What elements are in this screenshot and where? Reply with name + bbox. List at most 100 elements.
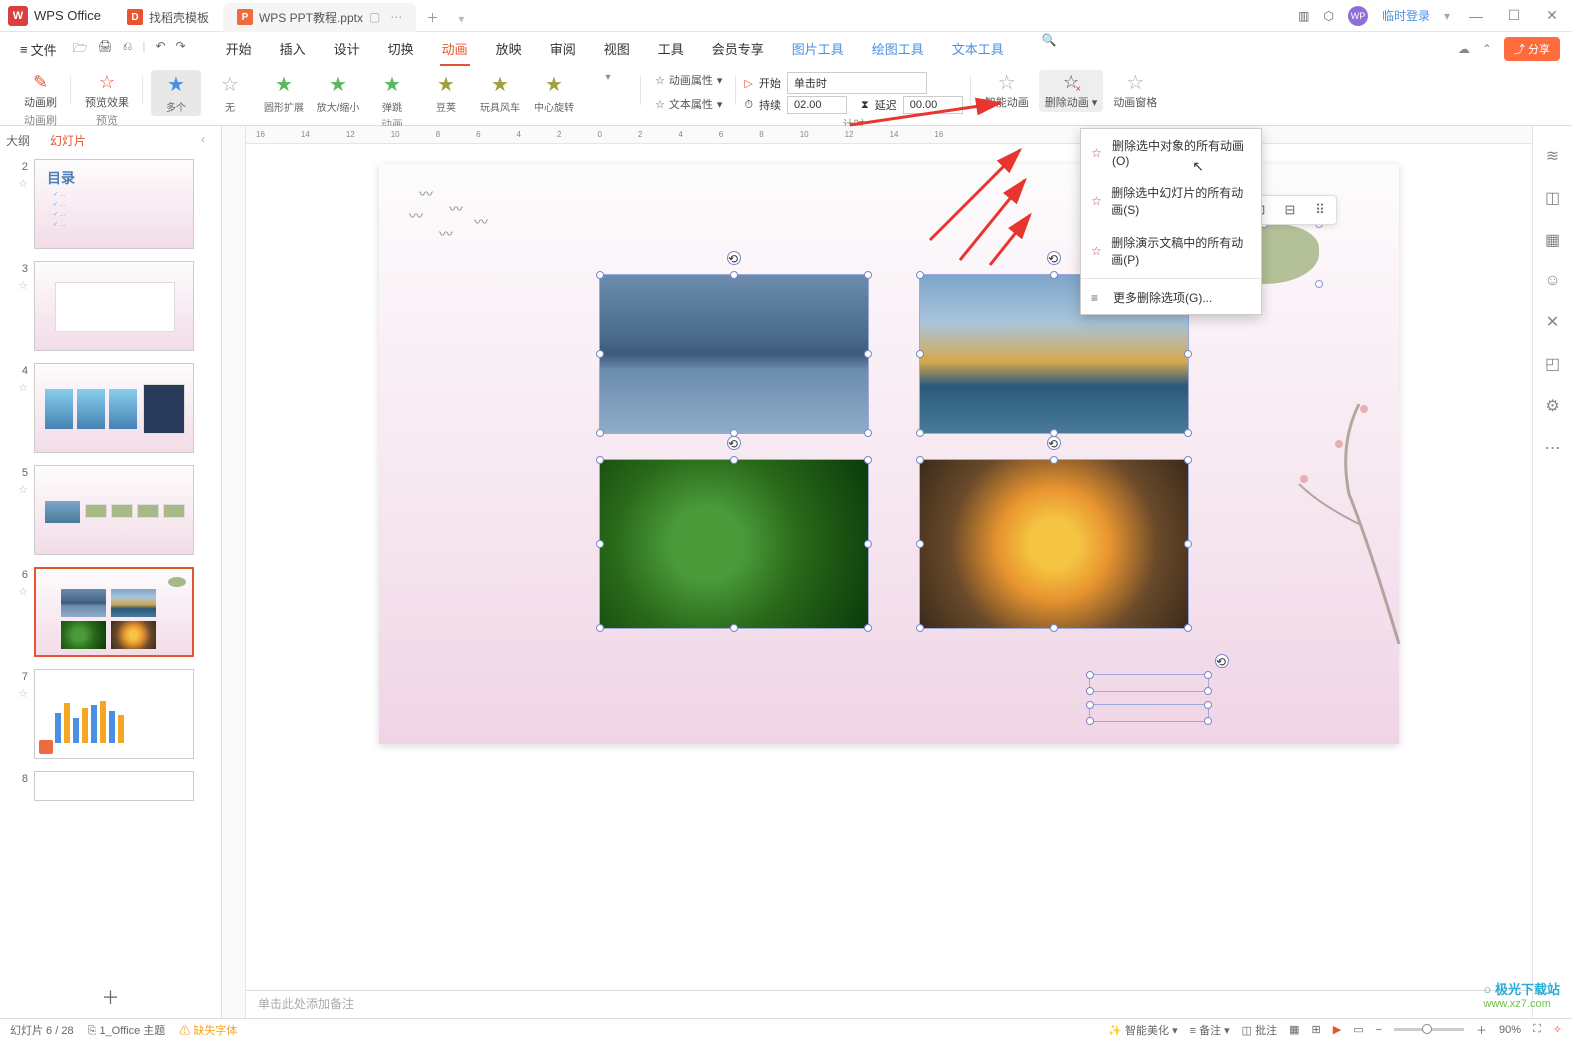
rotate-handle[interactable]: ⟲ bbox=[1215, 654, 1229, 668]
menu-draw-tools[interactable]: 绘图工具 bbox=[870, 33, 926, 66]
share-button[interactable]: ⤴ 分享 bbox=[1504, 37, 1560, 61]
dd-del-presentation[interactable]: ☆删除演示文稿中的所有动画(P) bbox=[1081, 226, 1261, 276]
tab-outline[interactable]: 大纲 bbox=[6, 132, 30, 149]
menu-vip[interactable]: 会员专享 bbox=[710, 33, 766, 66]
tab-slides[interactable]: 幻灯片 bbox=[50, 132, 86, 149]
rotate-handle[interactable]: ⟲ bbox=[727, 251, 741, 265]
menu-tools[interactable]: 工具 bbox=[656, 33, 686, 66]
expand-icon[interactable]: ✧ bbox=[1553, 1023, 1562, 1036]
beautify-button[interactable]: ✨ 智能美化 ▾ bbox=[1108, 1022, 1177, 1038]
close-icon[interactable]: ⋯ bbox=[390, 10, 402, 24]
slide-thumb-7[interactable] bbox=[34, 669, 194, 759]
slide-thumb-2[interactable]: 目录 ✓ …✓ …✓ …✓ … bbox=[34, 159, 194, 249]
rail-icon[interactable]: ◫ bbox=[1545, 188, 1560, 208]
anim-effect-豆荚[interactable]: ★豆荚 bbox=[421, 70, 471, 116]
ft-btn[interactable]: ⊟ bbox=[1277, 199, 1303, 221]
rotate-handle[interactable]: ⟲ bbox=[727, 436, 741, 450]
image-mountain[interactable]: ⟲ bbox=[599, 274, 869, 434]
textbox-sel[interactable] bbox=[1089, 674, 1209, 692]
menu-insert[interactable]: 插入 bbox=[278, 33, 308, 66]
search-icon[interactable]: 🔍 bbox=[1042, 33, 1057, 66]
slide-area[interactable]: 〰 〰 〰 〰 〰 2023-9-7 ⟲ bbox=[246, 144, 1532, 990]
rotate-handle[interactable]: ⟲ bbox=[1047, 436, 1061, 450]
chevron-down-icon[interactable]: ▾ bbox=[1444, 9, 1450, 23]
collapse-icon[interactable]: ‹ bbox=[201, 132, 205, 149]
image-leaves[interactable]: ⟲ bbox=[599, 459, 869, 629]
collapse-ribbon-icon[interactable]: ⌃ bbox=[1482, 42, 1492, 56]
anim-brush-button[interactable]: ✎动画刷 bbox=[18, 70, 63, 112]
cloud-icon[interactable]: ☁ bbox=[1458, 42, 1470, 56]
menu-animation[interactable]: 动画 bbox=[440, 33, 470, 66]
notes-toggle[interactable]: ≡ 备注 ▾ bbox=[1190, 1022, 1230, 1038]
theme-indicator[interactable]: ⎘ 1_Office 主题 bbox=[88, 1022, 166, 1038]
close-button[interactable]: ✕ bbox=[1540, 7, 1564, 24]
anim-effect-圆形扩展[interactable]: ★圆形扩展 bbox=[259, 70, 309, 116]
anim-effect-放大/缩小[interactable]: ★放大/缩小 bbox=[313, 70, 363, 116]
ft-btn[interactable]: ⠿ bbox=[1307, 199, 1333, 221]
menu-view[interactable]: 视图 bbox=[602, 33, 632, 66]
view-reading-icon[interactable]: ▶ bbox=[1333, 1023, 1341, 1036]
slide-thumb-6[interactable] bbox=[34, 567, 194, 657]
fit-icon[interactable]: ⛶ bbox=[1533, 1023, 1541, 1036]
rail-icon[interactable]: ⋯ bbox=[1545, 438, 1561, 458]
preview-button[interactable]: ☆预览效果 bbox=[79, 70, 135, 112]
anim-effect-无[interactable]: ☆无 bbox=[205, 70, 255, 116]
slide-thumb-4[interactable] bbox=[34, 363, 194, 453]
rail-icon[interactable]: ◰ bbox=[1545, 354, 1560, 374]
zoom-in-button[interactable]: ＋ bbox=[1476, 1022, 1487, 1038]
zoom-thumb[interactable] bbox=[1422, 1024, 1432, 1034]
zoom-out-button[interactable]: − bbox=[1376, 1024, 1382, 1036]
slide-thumb-3[interactable] bbox=[34, 261, 194, 351]
dd-more-options[interactable]: ≡更多删除选项(G)... bbox=[1081, 281, 1261, 314]
comments-toggle[interactable]: ◫ 批注 bbox=[1242, 1022, 1277, 1038]
open-icon[interactable]: 🗁 bbox=[73, 39, 88, 60]
rail-icon[interactable]: ≋ bbox=[1546, 146, 1559, 166]
rail-icon[interactable]: ☺ bbox=[1544, 272, 1560, 290]
start-select[interactable]: 单击时 bbox=[787, 72, 927, 94]
menu-pic-tools[interactable]: 图片工具 bbox=[790, 33, 846, 66]
image-maple[interactable]: ⟲ bbox=[919, 459, 1189, 629]
effects-more[interactable]: ▾ bbox=[583, 70, 633, 116]
menu-text-tools[interactable]: 文本工具 bbox=[950, 33, 1006, 66]
menu-slideshow[interactable]: 放映 bbox=[494, 33, 524, 66]
undo-icon[interactable]: ⎌ bbox=[123, 39, 133, 60]
notes-area[interactable]: 单击此处添加备注 bbox=[246, 990, 1532, 1018]
minimize-button[interactable]: — bbox=[1464, 8, 1488, 24]
textbox-sel[interactable] bbox=[1089, 704, 1209, 722]
anim-effect-玩具风车[interactable]: ★玩具风车 bbox=[475, 70, 525, 116]
menu-review[interactable]: 审阅 bbox=[548, 33, 578, 66]
maximize-button[interactable]: ☐ bbox=[1502, 7, 1526, 24]
new-tab-button[interactable]: ＋ bbox=[416, 3, 448, 32]
thumbnail-list[interactable]: 2☆ 目录 ✓ …✓ …✓ …✓ … 3☆ 4☆ bbox=[0, 155, 221, 976]
view-slideshow-icon[interactable]: ▭ bbox=[1353, 1023, 1363, 1036]
menu-start[interactable]: 开始 bbox=[224, 33, 254, 66]
avatar[interactable]: WP bbox=[1348, 6, 1368, 26]
cube-icon[interactable]: ⬡ bbox=[1323, 9, 1333, 23]
zoom-value[interactable]: 90% bbox=[1499, 1024, 1521, 1036]
menu-design[interactable]: 设计 bbox=[332, 33, 362, 66]
zoom-slider[interactable] bbox=[1394, 1028, 1464, 1031]
view-sorter-icon[interactable]: ⊞ bbox=[1312, 1023, 1321, 1036]
tab-templates[interactable]: D 找稻壳模板 bbox=[113, 3, 223, 32]
view-normal-icon[interactable]: ▦ bbox=[1289, 1023, 1299, 1036]
dd-del-object[interactable]: ☆删除选中对象的所有动画(O) bbox=[1081, 129, 1261, 176]
redo-icon[interactable]: ↷ bbox=[176, 39, 186, 60]
duration-input[interactable]: 02.00 bbox=[787, 96, 847, 114]
slide-thumb-5[interactable] bbox=[34, 465, 194, 555]
rail-icon[interactable]: ✕ bbox=[1546, 312, 1559, 332]
anim-effect-多个[interactable]: ★多个 bbox=[151, 70, 201, 116]
login-link[interactable]: 临时登录 bbox=[1382, 7, 1430, 24]
dd-del-slide[interactable]: ☆删除选中幻灯片的所有动画(S) bbox=[1081, 176, 1261, 226]
rail-icon[interactable]: ▦ bbox=[1545, 230, 1560, 250]
tab-menu-button[interactable]: ▾ bbox=[448, 6, 474, 32]
rail-icon[interactable]: ⚙ bbox=[1545, 396, 1559, 416]
file-menu[interactable]: ≡ 文件 bbox=[12, 36, 65, 63]
font-warning[interactable]: ⚠ 缺失字体 bbox=[179, 1022, 237, 1038]
undo2-icon[interactable]: ↶ bbox=[155, 39, 165, 60]
layout-icon[interactable]: ▥ bbox=[1298, 9, 1309, 23]
menu-transition[interactable]: 切换 bbox=[386, 33, 416, 66]
slide-thumb-8[interactable] bbox=[34, 771, 194, 801]
anim-effect-中心旋转[interactable]: ★中心旋转 bbox=[529, 70, 579, 116]
tab-current-doc[interactable]: P WPS PPT教程.pptx ▢ ⋯ bbox=[223, 3, 416, 32]
add-slide-button[interactable]: ＋ bbox=[0, 976, 221, 1018]
